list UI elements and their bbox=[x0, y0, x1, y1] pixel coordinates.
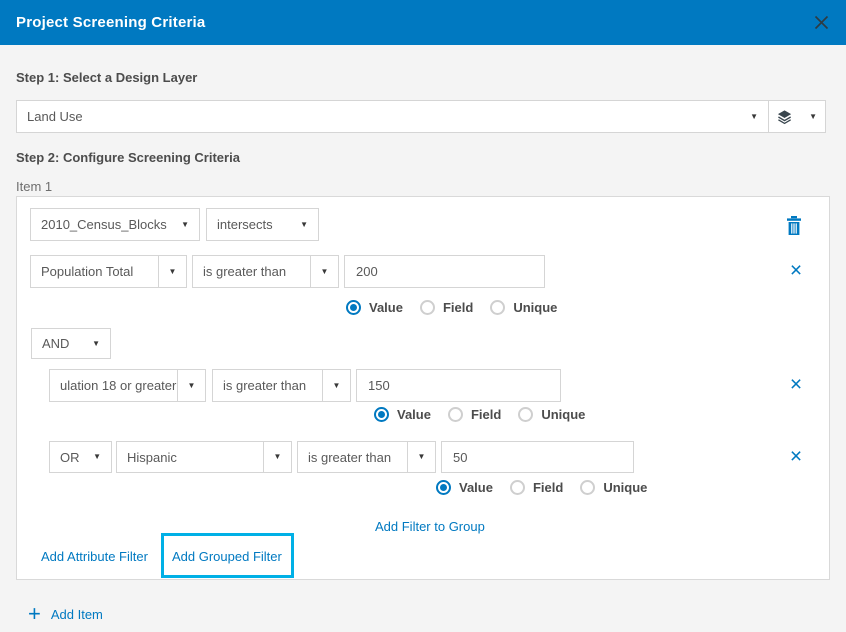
target-layer-select[interactable]: 2010_Census_Blocks ▼ bbox=[30, 208, 200, 241]
chevron-down-icon: ▼ bbox=[311, 256, 338, 287]
radio-unique[interactable]: Unique bbox=[490, 300, 557, 315]
radio-value[interactable]: Value bbox=[436, 480, 493, 495]
close-icon-glyph bbox=[814, 15, 829, 30]
radio-unselected-icon bbox=[518, 407, 533, 422]
chevron-down-icon: ▼ bbox=[178, 370, 205, 401]
radio-selected-icon bbox=[346, 300, 361, 315]
step2-heading: Step 2: Configure Screening Criteria bbox=[16, 150, 240, 165]
add-item-label: Add Item bbox=[51, 607, 103, 622]
chevron-down-icon: ▼ bbox=[83, 453, 101, 461]
radio-value[interactable]: Value bbox=[346, 300, 403, 315]
chevron-down-icon: ▼ bbox=[323, 370, 350, 401]
layer-options-dropdown[interactable]: ▼ bbox=[768, 100, 826, 133]
radio-unique[interactable]: Unique bbox=[580, 480, 647, 495]
spatial-relation-value: intersects bbox=[217, 217, 273, 232]
filter2-operator-value: is greater than bbox=[213, 370, 323, 401]
radio-unselected-icon bbox=[510, 480, 525, 495]
chevron-down-icon: ▼ bbox=[171, 221, 189, 229]
radio-selected-icon bbox=[374, 407, 389, 422]
item-panel: 2010_Census_Blocks ▼ intersects ▼ Popula… bbox=[16, 196, 830, 580]
filter3-value-type-radios: Value Field Unique bbox=[436, 480, 647, 495]
target-layer-value: 2010_Census_Blocks bbox=[41, 217, 167, 232]
layers-icon bbox=[777, 109, 792, 125]
filter1-value-input[interactable] bbox=[344, 255, 545, 288]
trash-icon bbox=[786, 216, 802, 235]
filter3-value-input[interactable] bbox=[441, 441, 634, 473]
radio-field[interactable]: Field bbox=[420, 300, 473, 315]
radio-unselected-icon bbox=[420, 300, 435, 315]
dialog-title: Project Screening Criteria bbox=[16, 14, 205, 31]
close-icon[interactable] bbox=[812, 14, 830, 32]
filter2-value-input[interactable] bbox=[356, 369, 561, 402]
plus-icon: + bbox=[28, 603, 41, 625]
group-logic-select[interactable]: AND ▼ bbox=[31, 328, 111, 359]
radio-unique[interactable]: Unique bbox=[518, 407, 585, 422]
radio-unselected-icon bbox=[580, 480, 595, 495]
delete-item-button[interactable] bbox=[784, 214, 804, 236]
filter3-field-value: Hispanic bbox=[117, 442, 264, 472]
chevron-down-icon: ▼ bbox=[799, 113, 817, 121]
filter2-value-type-radios: Value Field Unique bbox=[374, 407, 585, 422]
filter3-logic-select[interactable]: OR ▼ bbox=[49, 441, 112, 473]
chevron-down-icon: ▼ bbox=[159, 256, 186, 287]
item-label: Item 1 bbox=[16, 179, 52, 194]
filter2-operator-select[interactable]: is greater than ▼ bbox=[212, 369, 351, 402]
filter3-field-select[interactable]: Hispanic ▼ bbox=[116, 441, 292, 473]
filter1-value-type-radios: Value Field Unique bbox=[346, 300, 557, 315]
radio-unselected-icon bbox=[448, 407, 463, 422]
remove-filter1-button[interactable]: × bbox=[785, 259, 807, 281]
filter1-field-value: Population Total bbox=[31, 256, 159, 287]
filter1-operator-value: is greater than bbox=[193, 256, 311, 287]
filter3-operator-value: is greater than bbox=[298, 442, 408, 472]
radio-unselected-icon bbox=[490, 300, 505, 315]
radio-field[interactable]: Field bbox=[448, 407, 501, 422]
radio-field[interactable]: Field bbox=[510, 480, 563, 495]
add-filter-to-group-link[interactable]: Add Filter to Group bbox=[375, 519, 485, 534]
filter3-operator-select[interactable]: is greater than ▼ bbox=[297, 441, 436, 473]
design-layer-select[interactable]: Land Use ▼ bbox=[16, 100, 769, 133]
filter3-logic-value: OR bbox=[60, 450, 80, 465]
filter2-field-value: ulation 18 or greater bbox=[50, 370, 178, 401]
chevron-down-icon: ▼ bbox=[290, 221, 308, 229]
step1-heading: Step 1: Select a Design Layer bbox=[16, 70, 197, 85]
filter1-operator-select[interactable]: is greater than ▼ bbox=[192, 255, 339, 288]
add-grouped-filter-link[interactable]: Add Grouped Filter bbox=[172, 549, 282, 564]
remove-filter3-button[interactable]: × bbox=[785, 445, 807, 467]
filter1-field-select[interactable]: Population Total ▼ bbox=[30, 255, 187, 288]
chevron-down-icon: ▼ bbox=[740, 113, 758, 121]
radio-value[interactable]: Value bbox=[374, 407, 431, 422]
radio-selected-icon bbox=[436, 480, 451, 495]
filter2-field-select[interactable]: ulation 18 or greater ▼ bbox=[49, 369, 206, 402]
design-layer-value: Land Use bbox=[27, 109, 83, 124]
project-screening-dialog: Project Screening Criteria Step 1: Selec… bbox=[0, 0, 846, 632]
dialog-header: Project Screening Criteria bbox=[0, 0, 846, 45]
remove-filter2-button[interactable]: × bbox=[785, 373, 807, 395]
add-attribute-filter-link[interactable]: Add Attribute Filter bbox=[41, 549, 148, 564]
add-item-button[interactable]: + Add Item bbox=[28, 603, 103, 625]
group-logic-value: AND bbox=[42, 336, 69, 351]
chevron-down-icon: ▼ bbox=[264, 442, 291, 472]
spatial-relation-select[interactable]: intersects ▼ bbox=[206, 208, 319, 241]
chevron-down-icon: ▼ bbox=[82, 340, 100, 348]
chevron-down-icon: ▼ bbox=[408, 442, 435, 472]
